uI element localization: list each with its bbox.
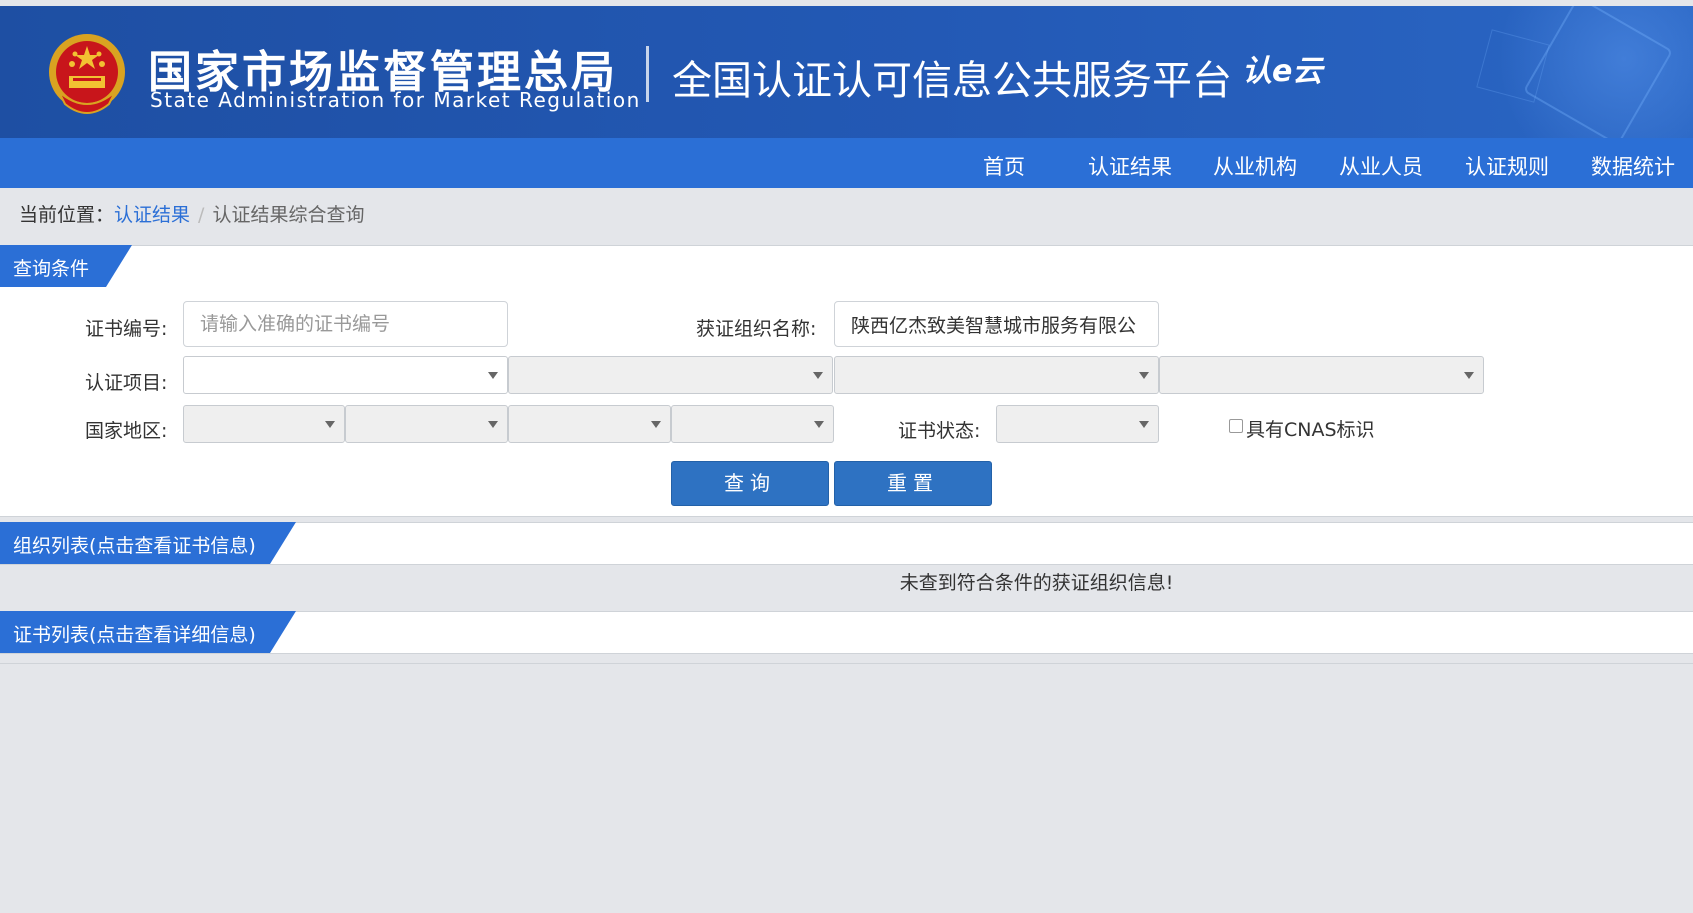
cert-project-select-1[interactable] (183, 356, 508, 394)
region-select-2[interactable] (345, 405, 508, 443)
agency-name-en: State Administration for Market Regulati… (150, 88, 641, 112)
chevron-down-icon (813, 372, 823, 379)
nav-item-cert-results[interactable]: 认证结果 (1088, 151, 1172, 181)
chevron-down-icon (1139, 421, 1149, 428)
breadcrumb-current: 认证结果综合查询 (212, 204, 365, 226)
org-name-input[interactable] (834, 301, 1159, 347)
region-select-3[interactable] (508, 405, 671, 443)
query-button[interactable]: 查询 (671, 461, 829, 506)
cert-project-select-2[interactable] (508, 356, 833, 394)
cert-project-select-4[interactable] (1159, 356, 1484, 394)
national-emblem-icon (49, 34, 125, 114)
header-divider (646, 46, 649, 102)
region-label: 国家地区: (85, 420, 168, 442)
main-nav: 首页 认证结果 从业机构 从业人员 认证规则 数据统计 (0, 138, 1693, 188)
cert-no-label: 证书编号: (85, 318, 168, 340)
org-list-empty-message: 未查到符合条件的获证组织信息! (899, 572, 1174, 594)
chevron-down-icon (325, 421, 335, 428)
chevron-down-icon (1464, 372, 1474, 379)
org-list-panel-header: 组织列表(点击查看证书信息) (0, 522, 1693, 565)
nav-item-institutions[interactable]: 从业机构 (1213, 151, 1297, 181)
chevron-down-icon (488, 421, 498, 428)
breadcrumb-prefix: 当前位置： (19, 204, 115, 226)
chevron-down-icon (488, 372, 498, 379)
chevron-down-icon (651, 421, 661, 428)
breadcrumb: 当前位置：认证结果 / 认证结果综合查询 (19, 200, 364, 227)
site-header: 国家市场监督管理总局 State Administration for Mark… (0, 6, 1693, 138)
cert-list-divider (0, 663, 1693, 664)
platform-title: 全国认证认可信息公共服务平台 (672, 58, 1232, 104)
query-panel-title: 查询条件 (0, 245, 132, 287)
query-form: 证书编号: 获证组织名称: 认证项目: 国家地区: 证书状态: 具有CNAS标识… (0, 287, 1693, 517)
chevron-down-icon (1139, 372, 1149, 379)
breadcrumb-link-cert-results[interactable]: 认证结果 (114, 204, 190, 226)
reset-button[interactable]: 重置 (834, 461, 992, 506)
cert-status-label: 证书状态: (898, 420, 981, 442)
cert-project-select-3[interactable] (834, 356, 1159, 394)
region-select-1[interactable] (183, 405, 345, 443)
nav-item-statistics[interactable]: 数据统计 (1591, 151, 1675, 181)
breadcrumb-separator: / (198, 204, 205, 226)
region-select-4[interactable] (671, 405, 834, 443)
nav-item-personnel[interactable]: 从业人员 (1339, 151, 1423, 181)
org-list-title: 组织列表(点击查看证书信息) (0, 522, 296, 564)
nav-item-home[interactable]: 首页 (983, 151, 1025, 181)
cert-list-panel-header: 证书列表(点击查看详细信息) (0, 611, 1693, 654)
cnas-checkbox[interactable] (1229, 419, 1243, 433)
chevron-down-icon (814, 421, 824, 428)
cert-list-title: 证书列表(点击查看详细信息) (0, 611, 296, 653)
nav-item-cert-rules[interactable]: 认证规则 (1465, 151, 1549, 181)
platform-logo: 认e云 (1242, 54, 1323, 89)
cert-project-label: 认证项目: (85, 372, 168, 394)
query-panel-header: 查询条件 (0, 245, 1693, 288)
cert-no-input[interactable] (183, 301, 508, 347)
org-name-label: 获证组织名称: (696, 318, 817, 340)
cert-status-select[interactable] (996, 405, 1159, 443)
cnas-label: 具有CNAS标识 (1246, 419, 1375, 441)
